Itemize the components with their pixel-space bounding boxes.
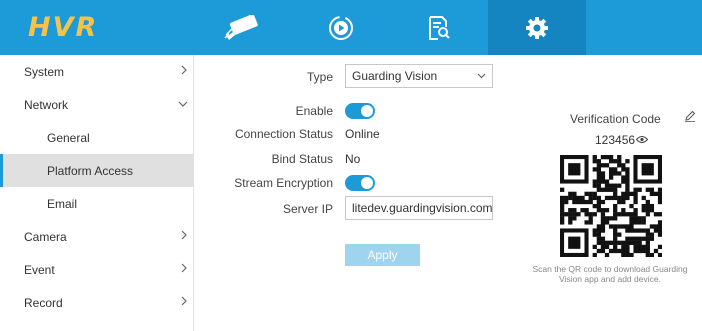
sidebar: System Network General Platform Access E… (0, 55, 194, 331)
enable-toggle[interactable] (345, 103, 375, 119)
qr-caption: Scan the QR code to download Guarding Vi… (532, 264, 688, 284)
tab-search[interactable] (390, 0, 488, 55)
tab-live-view[interactable] (194, 0, 292, 55)
qr-code (560, 155, 662, 257)
sidebar-item-network[interactable]: Network (0, 88, 194, 121)
sidebar-item-label: General (47, 130, 90, 145)
stream-encryption-toggle[interactable] (345, 175, 375, 191)
edit-icon[interactable] (684, 110, 696, 122)
chevron-right-icon (181, 296, 187, 306)
server-ip-label: Server IP (282, 202, 333, 216)
tab-playback[interactable] (292, 0, 390, 55)
sidebar-item-label: Camera (24, 229, 67, 244)
verification-code-title: Verification Code (570, 112, 661, 126)
top-bar: HVR (0, 0, 702, 55)
chevron-down-icon (178, 101, 188, 107)
sidebar-item-label: Email (47, 196, 78, 211)
type-select[interactable]: Guarding Vision (345, 64, 493, 88)
bind-status-label: Bind Status (271, 152, 333, 166)
type-label: Type (306, 70, 333, 84)
chevron-right-icon (181, 230, 187, 240)
connection-status-value: Online (345, 127, 380, 141)
verification-code: 123456 (595, 133, 636, 147)
apply-button[interactable]: Apply (345, 244, 420, 266)
sidebar-item-label: Event (24, 262, 55, 277)
camera-icon (224, 14, 258, 40)
sidebar-item-camera[interactable]: Camera (0, 220, 194, 253)
bind-status-value: No (345, 152, 361, 166)
sidebar-item-general[interactable]: General (0, 121, 194, 154)
sidebar-item-event[interactable]: Event (0, 253, 194, 286)
search-file-icon (429, 15, 450, 40)
sidebar-item-label: Platform Access (47, 163, 134, 178)
toggle-knob (361, 177, 373, 189)
type-select-value: Guarding Vision (352, 69, 438, 83)
sidebar-item-label: Network (24, 97, 69, 112)
eye-icon[interactable] (636, 135, 648, 144)
connection-status-label: Connection Status (234, 127, 333, 141)
gear-icon (526, 16, 548, 39)
sidebar-item-label: Record (24, 295, 63, 310)
sidebar-item-record[interactable]: Record (0, 286, 194, 319)
playback-icon (329, 15, 353, 40)
server-ip-input[interactable]: litedev.guardingvision.com (345, 196, 493, 220)
sidebar-item-system[interactable]: System (0, 55, 194, 88)
toggle-knob (361, 105, 373, 117)
chevron-right-icon (181, 65, 187, 75)
sidebar-item-platform-access[interactable]: Platform Access (0, 154, 194, 187)
sidebar-item-label: System (24, 64, 65, 79)
enable-label: Enable (295, 104, 333, 118)
sidebar-item-email[interactable]: Email (0, 187, 194, 220)
chevron-down-icon (477, 73, 486, 79)
chevron-right-icon (181, 263, 187, 273)
stream-encryption-label: Stream Encryption (234, 176, 333, 190)
tab-configuration[interactable] (488, 0, 586, 55)
app-logo: HVR (28, 12, 99, 43)
